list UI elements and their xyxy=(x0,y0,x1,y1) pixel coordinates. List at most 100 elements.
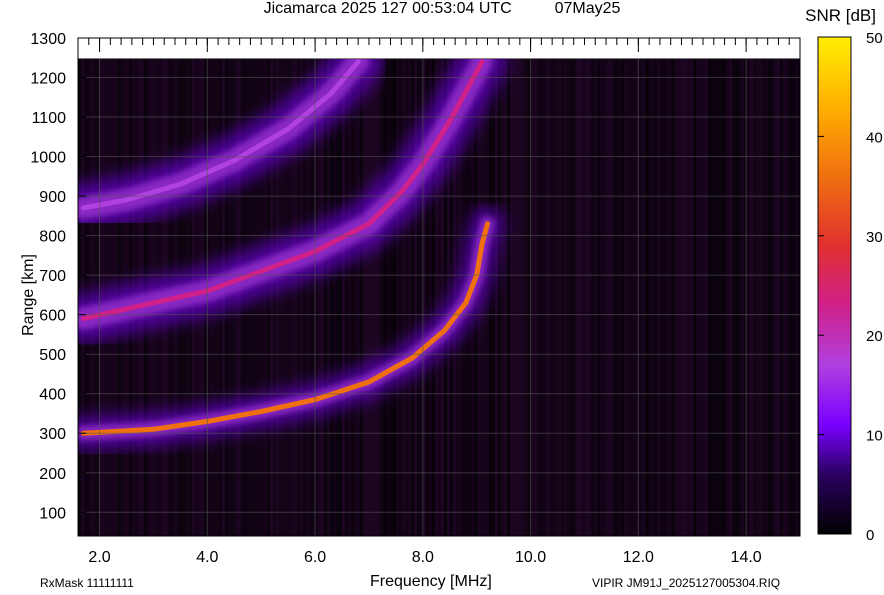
noise-column xyxy=(648,59,651,536)
heatmap-layer xyxy=(78,59,800,536)
y-tick-label: 1200 xyxy=(30,71,66,88)
noise-column xyxy=(786,59,789,536)
noise-column xyxy=(789,59,792,536)
noise-column xyxy=(366,59,369,536)
y-tick-label: 1000 xyxy=(30,150,66,167)
noise-column xyxy=(735,59,738,536)
noise-column xyxy=(600,59,603,536)
noise-column xyxy=(330,59,333,536)
noise-column xyxy=(630,59,633,536)
noise-column xyxy=(555,59,558,536)
noise-column xyxy=(531,59,534,536)
noise-column xyxy=(561,59,564,536)
noise-column xyxy=(399,59,402,536)
noise-column xyxy=(573,59,576,536)
noise-column xyxy=(534,59,537,536)
y-tick-label: 600 xyxy=(39,308,66,325)
noise-column xyxy=(393,59,396,536)
noise-column xyxy=(768,59,771,536)
noise-column xyxy=(486,59,489,536)
noise-column xyxy=(732,59,735,536)
colorbar-label: SNR [dB] xyxy=(805,6,876,25)
noise-column xyxy=(378,59,381,536)
y-tick-label: 900 xyxy=(39,189,66,206)
noise-column xyxy=(711,59,714,536)
noise-column xyxy=(501,59,504,536)
noise-column xyxy=(684,59,687,536)
noise-column xyxy=(543,59,546,536)
noise-column xyxy=(402,59,405,536)
noise-column xyxy=(588,59,591,536)
noise-column xyxy=(699,59,702,536)
noise-column xyxy=(540,59,543,536)
noise-column xyxy=(339,59,342,536)
noise-column xyxy=(492,59,495,536)
x-tick-label: 14.0 xyxy=(731,549,762,566)
y-tick-label: 200 xyxy=(39,466,66,483)
noise-column xyxy=(363,59,366,536)
noise-column xyxy=(720,59,723,536)
noise-column xyxy=(723,59,726,536)
noise-column xyxy=(516,59,519,536)
noise-column xyxy=(603,59,606,536)
noise-column xyxy=(672,59,675,536)
colorbar-tick-label: 50 xyxy=(866,30,883,47)
noise-column xyxy=(792,59,795,536)
noise-column xyxy=(741,59,744,536)
noise-column xyxy=(669,59,672,536)
y-tick-label: 700 xyxy=(39,268,66,285)
noise-column xyxy=(495,59,498,536)
plot-area-top xyxy=(77,37,801,60)
colorbar-tick-label: 20 xyxy=(866,328,883,345)
noise-column xyxy=(327,59,330,536)
noise-column xyxy=(687,59,690,536)
noise-column xyxy=(525,59,528,536)
noise-column xyxy=(624,59,627,536)
noise-column xyxy=(597,59,600,536)
x-tick-label: 10.0 xyxy=(515,549,546,566)
noise-column xyxy=(675,59,678,536)
noise-column xyxy=(372,59,375,536)
noise-column xyxy=(756,59,759,536)
noise-column xyxy=(627,59,630,536)
y-tick-label: 300 xyxy=(39,426,66,443)
noise-column xyxy=(657,59,660,536)
noise-column xyxy=(552,59,555,536)
noise-column xyxy=(678,59,681,536)
y-tick-label: 100 xyxy=(39,505,66,522)
noise-column xyxy=(696,59,699,536)
noise-column xyxy=(411,59,414,536)
noise-column xyxy=(714,59,717,536)
y-axis-label: Range [km] xyxy=(20,254,37,336)
noise-column xyxy=(537,59,540,536)
y-tick-label: 1300 xyxy=(30,31,66,48)
noise-column xyxy=(663,59,666,536)
noise-column xyxy=(489,59,492,536)
noise-column xyxy=(642,59,645,536)
noise-column xyxy=(369,59,372,536)
noise-column xyxy=(570,59,573,536)
noise-column xyxy=(654,59,657,536)
y-tick-label: 400 xyxy=(39,387,66,404)
title-text: Jicamarca 2025 127 00:53:04 UTC xyxy=(263,0,512,17)
noise-column xyxy=(666,59,669,536)
noise-column xyxy=(705,59,708,536)
noise-column xyxy=(690,59,693,536)
noise-column xyxy=(354,59,357,536)
noise-column xyxy=(342,59,345,536)
noise-column xyxy=(510,59,513,536)
noise-column xyxy=(594,59,597,536)
noise-column xyxy=(780,59,783,536)
x-tick-label: 6.0 xyxy=(304,549,326,566)
noise-column xyxy=(621,59,624,536)
noise-column xyxy=(522,59,525,536)
y-tick-label: 1100 xyxy=(32,110,67,127)
noise-column xyxy=(513,59,516,536)
noise-column xyxy=(729,59,732,536)
noise-column xyxy=(717,59,720,536)
noise-column xyxy=(564,59,567,536)
noise-column xyxy=(582,59,585,536)
noise-column xyxy=(408,59,411,536)
noise-column xyxy=(795,59,798,536)
noise-column xyxy=(762,59,765,536)
